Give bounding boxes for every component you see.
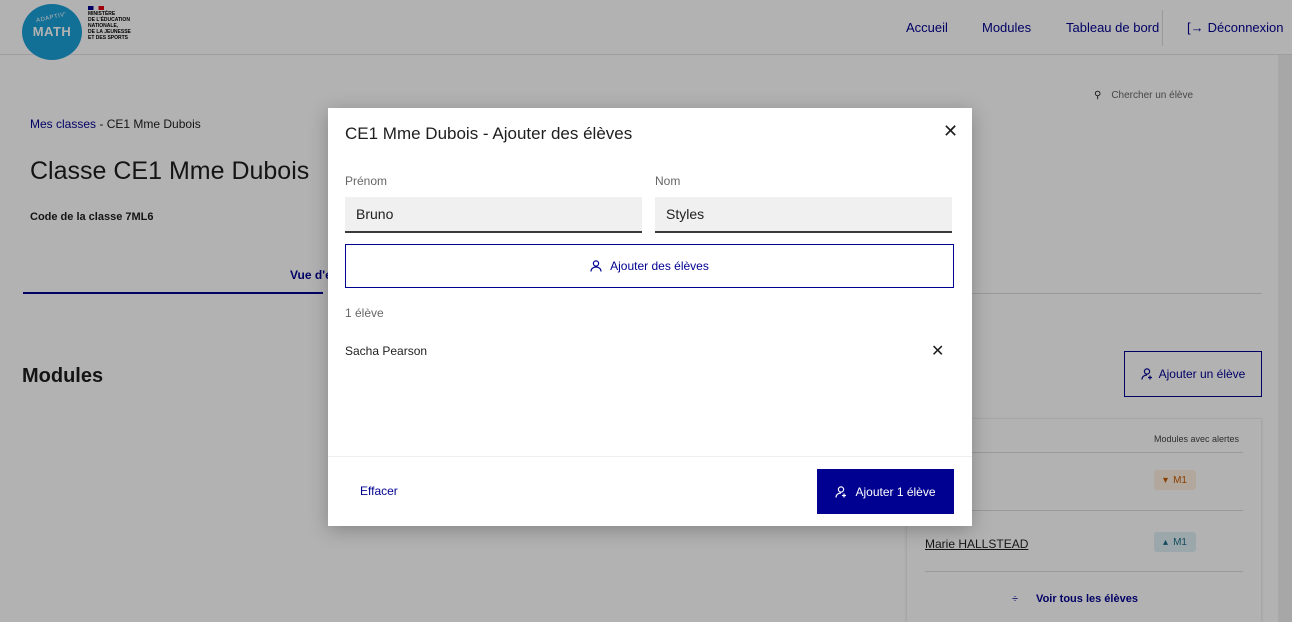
student-count: 1 élève [345, 306, 384, 320]
submit-label: Ajouter 1 élève [855, 484, 936, 499]
add-students-label: Ajouter des élèves [610, 259, 709, 273]
first-name-input[interactable] [345, 197, 642, 233]
dialog-title: CE1 Mme Dubois - Ajouter des élèves [345, 124, 633, 143]
add-students-dialog: CE1 Mme Dubois - Ajouter des élèves ✕ Pr… [328, 108, 972, 526]
first-name-label: Prénom [345, 174, 388, 188]
close-icon[interactable]: ✕ [943, 121, 958, 142]
person-icon [590, 260, 602, 272]
add-person-icon [835, 485, 847, 498]
last-name-label: Nom [655, 174, 681, 188]
pending-student-name: Sacha Pearson [345, 344, 428, 358]
submit-add-students-button[interactable]: Ajouter 1 élève [817, 469, 954, 514]
last-name-input[interactable] [655, 197, 952, 233]
add-students-button[interactable]: Ajouter des élèves [345, 244, 954, 288]
clear-button[interactable]: Effacer [360, 484, 398, 498]
footer-divider [328, 456, 972, 457]
remove-student-icon[interactable]: ✕ [931, 341, 944, 361]
